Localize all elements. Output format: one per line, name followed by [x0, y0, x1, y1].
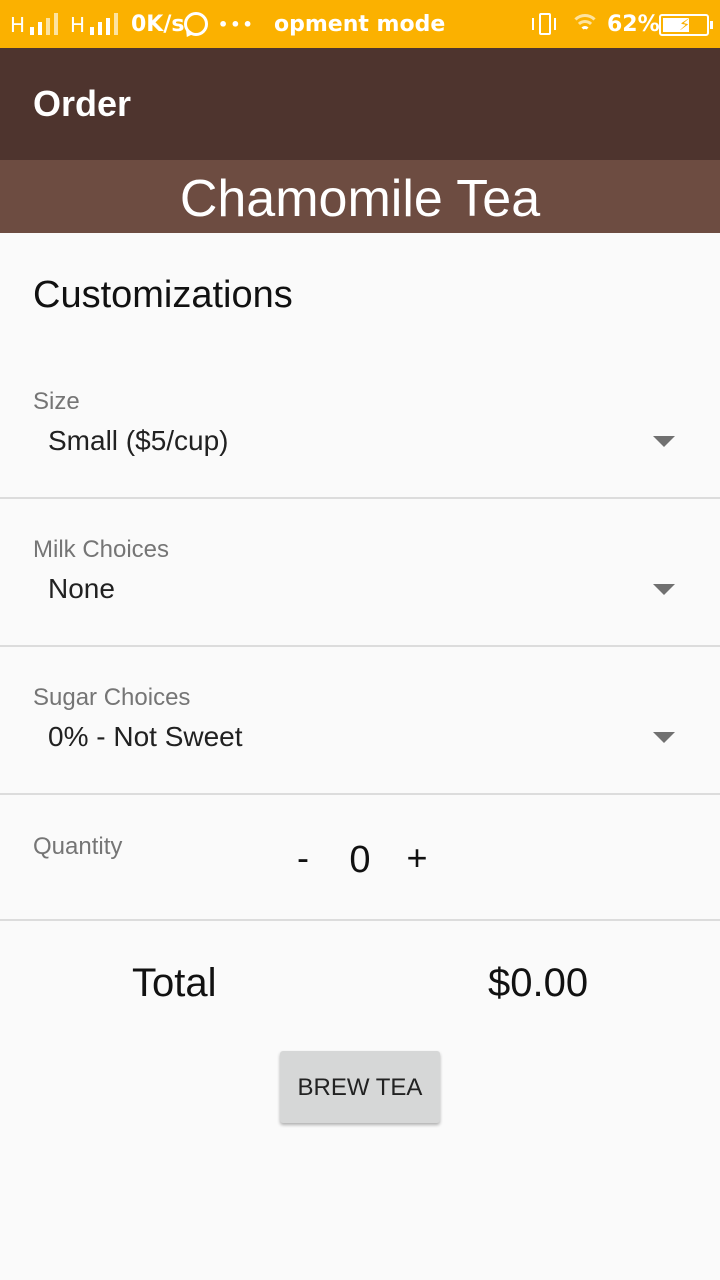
milk-label: Milk Choices	[33, 536, 170, 563]
milk-spinner[interactable]: Milk Choices None	[0, 528, 720, 644]
network-type-label-2: H	[70, 13, 86, 37]
sugar-label: Sugar Choices	[33, 684, 191, 711]
status-bar: H H 0K/s ••• opment mode 62% ⚡	[0, 0, 720, 48]
decrement-button[interactable]: -	[288, 838, 318, 878]
dropdown-arrow-icon[interactable]	[653, 584, 675, 595]
tea-name-banner: Chamomile Tea	[0, 160, 720, 233]
increment-button[interactable]: +	[400, 838, 434, 878]
quantity-value: 0	[349, 839, 371, 881]
brew-tea-button[interactable]: BREW TEA	[280, 1051, 440, 1123]
app-bar: Order	[0, 48, 720, 160]
size-label: Size	[33, 388, 80, 415]
total-label: Total	[132, 961, 217, 1005]
divider	[0, 919, 720, 921]
vibrate-icon	[532, 13, 558, 35]
notification-text: opment mode	[274, 12, 446, 37]
network-type-label: H	[10, 13, 26, 37]
dropdown-arrow-icon[interactable]	[653, 732, 675, 743]
divider	[0, 497, 720, 499]
size-value: Small ($5/cup)	[48, 425, 229, 456]
quantity-label: Quantity	[33, 833, 123, 860]
milk-value: None	[48, 573, 115, 604]
whatsapp-icon	[184, 12, 208, 36]
battery-percent: 62%	[607, 12, 660, 37]
wifi-icon	[570, 12, 600, 36]
size-spinner[interactable]: Size Small ($5/cup)	[0, 380, 720, 496]
customizations-heading: Customizations	[33, 274, 293, 316]
more-notifications-icon: •••	[218, 15, 255, 34]
sugar-value: 0% - Not Sweet	[48, 721, 243, 752]
signal-icon-2: H	[70, 13, 122, 37]
sugar-spinner[interactable]: Sugar Choices 0% - Not Sweet	[0, 676, 720, 792]
total-value: $0.00	[488, 961, 589, 1005]
battery-charging-icon: ⚡	[659, 14, 713, 36]
page-title: Order	[33, 83, 132, 124]
divider	[0, 793, 720, 795]
network-speed: 0K/s	[131, 12, 185, 37]
divider	[0, 645, 720, 647]
signal-icon: H	[10, 13, 62, 37]
dropdown-arrow-icon[interactable]	[653, 436, 675, 447]
